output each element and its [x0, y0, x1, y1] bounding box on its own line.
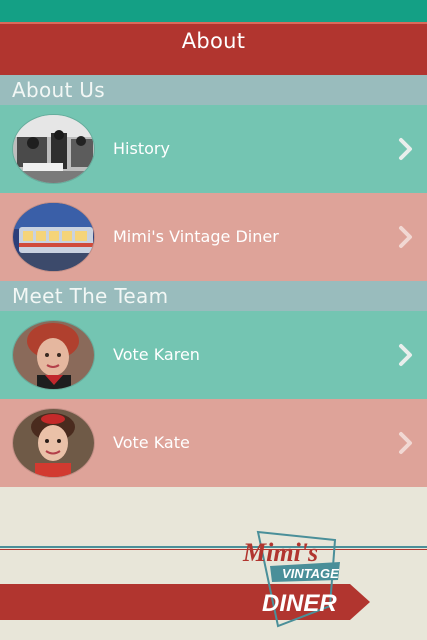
logo-vintage-text: VINTAGE: [282, 566, 339, 581]
list-item-vote-karen[interactable]: Vote Karen: [0, 311, 427, 399]
status-bar: [0, 0, 427, 22]
chevron-right-icon: [399, 226, 412, 248]
section-header-about-us: About Us: [0, 75, 427, 105]
chevron-right-icon: [399, 138, 412, 160]
logo-mimis-text: Mimi's: [242, 538, 318, 567]
diner-thumbnail: [12, 202, 95, 272]
list-item-label: History: [113, 139, 170, 158]
list-item-label: Vote Kate: [113, 433, 190, 452]
list-item-label: Vote Karen: [113, 345, 200, 364]
list-item-vote-kate[interactable]: Vote Kate: [0, 399, 427, 487]
list-item-label: Mimi's Vintage Diner: [113, 227, 279, 246]
list-item-history[interactable]: History: [0, 105, 427, 193]
page-title: About: [181, 29, 246, 53]
chevron-right-icon: [399, 432, 412, 454]
mimis-vintage-diner-logo: VINTAGE Mimi's DINER: [0, 530, 370, 628]
section-header-meet-the-team: Meet The Team: [0, 281, 427, 311]
app-header: About: [0, 22, 427, 75]
chevron-right-icon: [399, 344, 412, 366]
list-item-vintage-diner[interactable]: Mimi's Vintage Diner: [0, 193, 427, 281]
history-thumbnail: [12, 114, 95, 184]
logo-diner-text: DINER: [262, 590, 337, 617]
kate-avatar: [12, 408, 95, 478]
karen-avatar: [12, 320, 95, 390]
